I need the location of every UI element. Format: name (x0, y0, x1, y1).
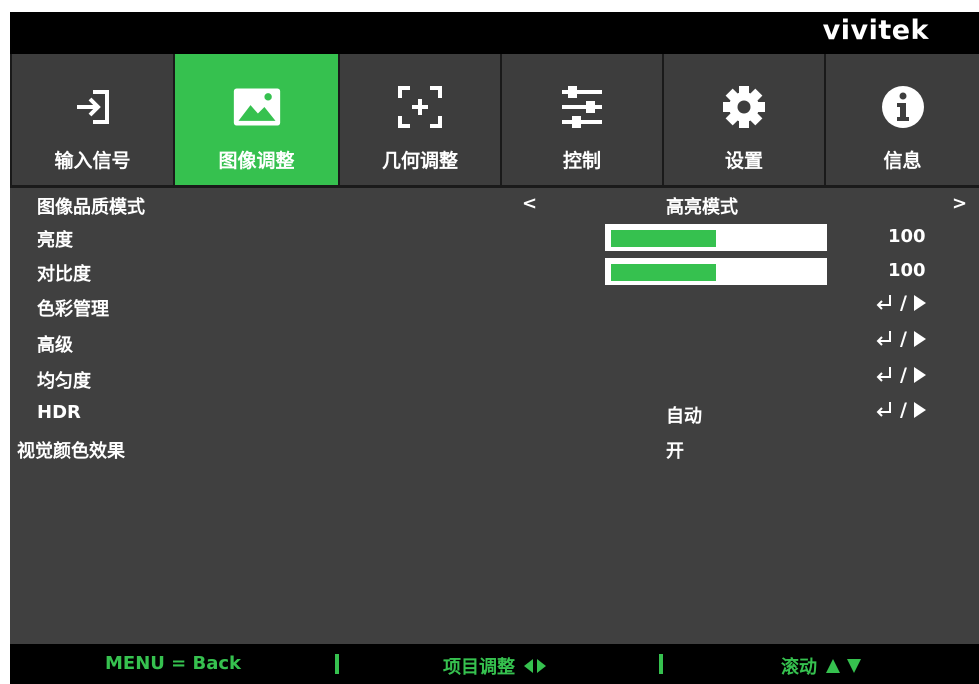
menu-item-uniformity[interactable]: 均匀度 / (10, 364, 979, 394)
geometry-icon (395, 84, 445, 130)
picture-mode-value: 高亮模式 (666, 197, 738, 218)
menu-item-hdr[interactable]: HDR 自动 / (10, 399, 979, 429)
tab-label: 图像调整 (218, 150, 295, 172)
prev-arrow[interactable]: < (522, 193, 537, 214)
menu-item-label: 图像品质模式 (37, 197, 145, 218)
osd-menu: vivitek 输入信号 图像调整 几何调整 控制 设置 信息 图像品质模式 <… (10, 12, 979, 684)
tab-divider (10, 185, 979, 188)
menu-item-label: 均匀度 (37, 371, 91, 392)
tab-label: 控制 (562, 150, 601, 172)
top-bar: vivitek (10, 12, 979, 54)
help-scroll: 滚动 (781, 653, 863, 679)
slash-separator: / (900, 328, 907, 350)
menu-item-brightness[interactable]: 亮度 100 (10, 223, 979, 253)
tab-input[interactable]: 输入信号 (10, 54, 173, 185)
enter-icon (876, 402, 891, 417)
menu-item-label: 视觉颜色效果 (17, 441, 125, 462)
tab-control[interactable]: 控制 (500, 54, 662, 185)
enter-submenu[interactable]: / (874, 399, 927, 421)
help-adjust: 项目调整 (443, 653, 547, 679)
help-bar: MENU = Back 项目调整 滚动 (10, 644, 979, 684)
slash-separator: / (900, 364, 907, 386)
brightness-slider[interactable] (605, 224, 827, 251)
left-right-arrows-icon (524, 659, 546, 673)
gear-icon (719, 84, 769, 130)
enter-icon (876, 367, 891, 382)
picture-icon (232, 84, 282, 130)
up-down-arrows-icon (826, 659, 861, 673)
menu-item-label: 色彩管理 (37, 299, 109, 320)
help-back: MENU = Back (105, 653, 242, 674)
menu-item-contrast[interactable]: 对比度 100 (10, 257, 979, 287)
sliders-icon (557, 84, 607, 130)
tab-label: 设置 (724, 150, 763, 172)
tab-label: 信息 (883, 150, 922, 172)
enter-submenu[interactable]: / (874, 328, 927, 350)
tab-bar: 输入信号 图像调整 几何调整 控制 设置 信息 (10, 54, 979, 185)
play-arrow-icon (913, 367, 926, 383)
play-arrow-icon (913, 402, 926, 418)
input-icon (68, 84, 118, 130)
menu-item-label: 亮度 (37, 230, 73, 251)
contrast-value: 100 (888, 260, 926, 281)
enter-icon (876, 331, 891, 346)
visual-color-effect-value: 开 (666, 441, 684, 462)
menu-item-label: 高级 (37, 335, 73, 356)
brightness-slider-fill (611, 230, 716, 247)
contrast-slider[interactable] (605, 258, 827, 285)
play-arrow-icon (913, 295, 926, 311)
tab-info[interactable]: 信息 (824, 54, 979, 185)
menu-item-label: HDR (37, 402, 81, 423)
info-icon (878, 84, 928, 130)
tab-label: 几何调整 (381, 150, 458, 172)
tab-picture[interactable]: 图像调整 (173, 54, 338, 185)
tab-label: 输入信号 (54, 150, 131, 172)
help-separator (659, 654, 663, 674)
enter-submenu[interactable]: / (874, 364, 927, 386)
next-arrow[interactable]: > (952, 193, 967, 214)
brightness-value: 100 (888, 226, 926, 247)
hdr-value: 自动 (666, 406, 702, 427)
help-separator (335, 654, 339, 674)
slash-separator: / (900, 292, 907, 314)
tab-settings[interactable]: 设置 (662, 54, 824, 185)
enter-submenu[interactable]: / (874, 292, 927, 314)
tab-geometry[interactable]: 几何调整 (338, 54, 500, 185)
menu-item-color-management[interactable]: 色彩管理 / (10, 292, 979, 322)
menu-item-label: 对比度 (37, 264, 91, 285)
help-adjust-label: 项目调整 (443, 657, 515, 678)
slash-separator: / (900, 399, 907, 421)
brand-logo: vivitek (822, 15, 929, 46)
menu-item-advanced[interactable]: 高级 / (10, 328, 979, 358)
help-scroll-label: 滚动 (781, 657, 817, 678)
contrast-slider-fill (611, 264, 716, 281)
menu-item-picture-mode[interactable]: 图像品质模式 < 高亮模式 > (10, 190, 979, 220)
enter-icon (876, 295, 891, 310)
play-arrow-icon (913, 331, 926, 347)
menu-item-visual-color-effect[interactable]: 视觉颜色效果 开 (10, 434, 979, 464)
